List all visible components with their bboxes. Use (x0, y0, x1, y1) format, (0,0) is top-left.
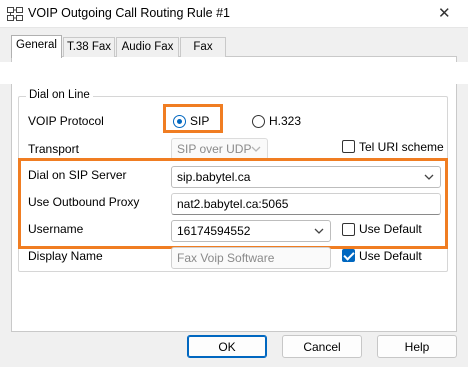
sip-server-value: sip.babytel.ca (177, 170, 251, 184)
transport-select: SIP over UDP (171, 138, 268, 160)
ok-button[interactable]: OK (187, 335, 267, 358)
network-app-icon (7, 7, 23, 21)
display-name-use-default-checkbox[interactable] (342, 249, 355, 262)
username-use-default-checkbox[interactable] (342, 223, 355, 236)
display-name-label: Display Name (28, 249, 103, 263)
title-bar: VOIP Outgoing Call Routing Rule #1 ✕ (0, 0, 468, 28)
close-icon[interactable]: ✕ (438, 4, 451, 22)
blank-strip (0, 62, 468, 84)
username-value: 16174594552 (177, 224, 251, 238)
help-button[interactable]: Help (377, 335, 457, 358)
transport-select-value: SIP over UDP (177, 142, 252, 156)
tel-uri-label[interactable]: Tel URI scheme (359, 140, 444, 154)
tab-fax[interactable]: Fax (180, 37, 226, 57)
display-name-use-default-label[interactable]: Use Default (359, 249, 422, 263)
sip-radio[interactable] (173, 115, 186, 128)
voip-protocol-label: VOIP Protocol (28, 114, 104, 128)
window-title: VOIP Outgoing Call Routing Rule #1 (28, 6, 230, 20)
tel-uri-checkbox[interactable] (342, 140, 355, 153)
chevron-down-icon (424, 174, 434, 180)
sip-server-label: Dial on SIP Server (28, 168, 127, 182)
sip-server-select[interactable]: sip.babytel.ca (171, 166, 441, 188)
tab-audio-fax[interactable]: Audio Fax (116, 37, 179, 57)
tab-t38-fax[interactable]: T.38 Fax (63, 37, 115, 57)
chevron-down-icon (251, 146, 261, 152)
display-name-input: Fax Voip Software (171, 247, 331, 269)
tab-general[interactable]: General (11, 35, 62, 58)
h323-radio-label[interactable]: H.323 (269, 114, 301, 128)
username-select[interactable]: 16174594552 (171, 220, 331, 242)
username-label: Username (28, 222, 84, 236)
dial-on-line-group-label: Dial on Line (26, 89, 93, 101)
username-use-default-label[interactable]: Use Default (359, 222, 422, 236)
outbound-proxy-input[interactable]: nat2.babytel.ca:5065 (171, 193, 441, 215)
chevron-down-icon (314, 228, 324, 234)
cancel-button[interactable]: Cancel (282, 335, 362, 358)
outbound-proxy-label: Use Outbound Proxy (28, 195, 140, 209)
transport-label: Transport (28, 142, 79, 156)
h323-radio[interactable] (252, 115, 265, 128)
sip-radio-label[interactable]: SIP (190, 114, 209, 128)
